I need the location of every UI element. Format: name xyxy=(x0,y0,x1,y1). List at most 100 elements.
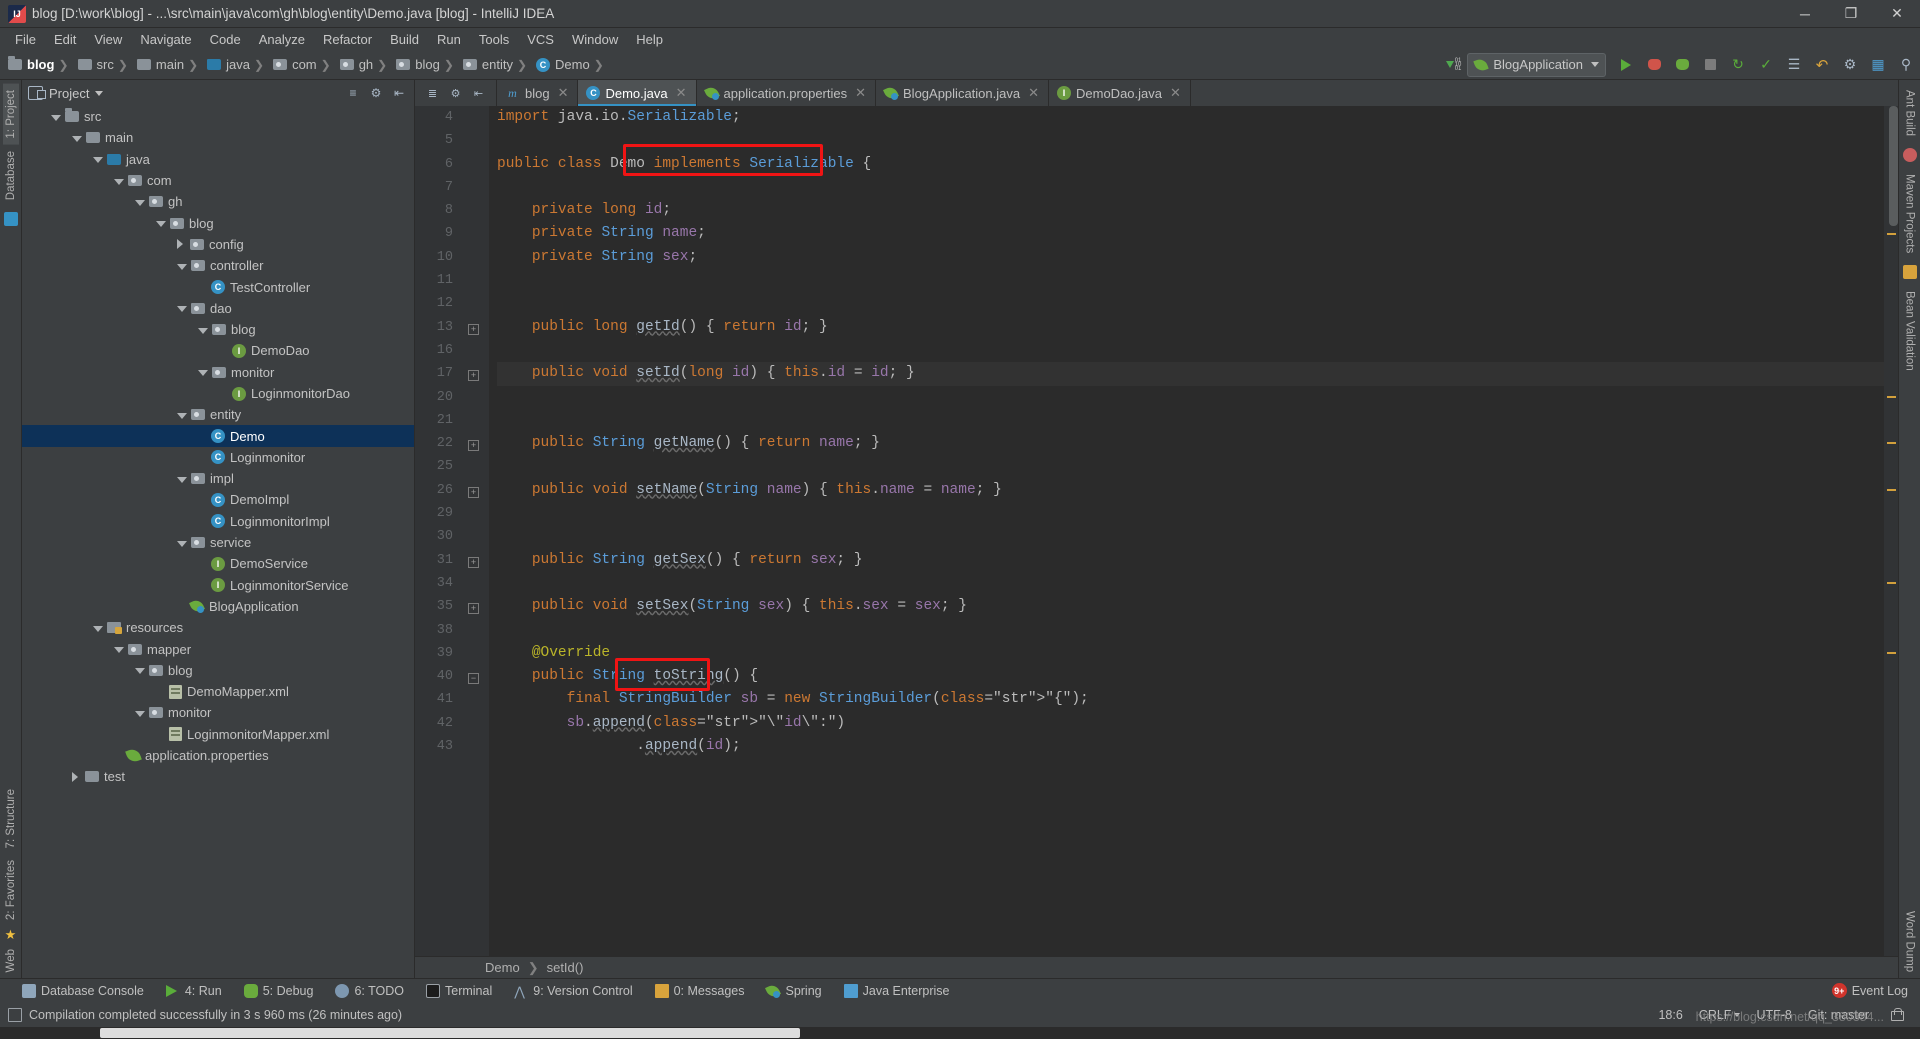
breadcrumb-method[interactable]: setId() xyxy=(547,960,584,975)
code-line[interactable]: public void setSex(String sex) { this.se… xyxy=(497,595,1884,618)
tree-item-loginmonitor[interactable]: C Loginmonitor xyxy=(22,447,414,468)
run-configuration-selector[interactable]: BlogApplication xyxy=(1467,52,1606,77)
bottom-tool-spring[interactable]: Spring xyxy=(766,984,822,998)
sidebar-item-favorites[interactable]: 2: Favorites xyxy=(3,854,19,926)
tree-item-demomapper-xml[interactable]: DemoMapper.xml xyxy=(22,681,414,702)
commit-button[interactable]: ✓ xyxy=(1753,53,1779,77)
bottom-tool-version-control[interactable]: ⋀ 9: Version Control xyxy=(514,984,632,999)
gear-icon[interactable]: ⚙ xyxy=(367,84,385,102)
rollback-button[interactable]: ↶ xyxy=(1809,53,1835,77)
sidebar-item-maven-projects[interactable]: Maven Projects xyxy=(1902,168,1918,259)
menu-edit[interactable]: Edit xyxy=(45,30,85,49)
menu-build[interactable]: Build xyxy=(381,30,428,49)
tab-demo-java[interactable]: C Demo.java ✕ xyxy=(578,80,697,106)
gear-icon[interactable]: ⚙ xyxy=(447,85,464,102)
tree-item-controller[interactable]: controller xyxy=(22,255,414,276)
chevron-down-icon[interactable] xyxy=(177,412,187,419)
code-line[interactable] xyxy=(497,525,1884,548)
event-log-button[interactable]: 9+ Event Log xyxy=(1831,983,1908,998)
bottom-tool-java-enterprise[interactable]: Java Enterprise xyxy=(843,983,949,998)
update-project-icon[interactable]: 01 10 01 xyxy=(1445,58,1461,72)
code-line[interactable] xyxy=(497,176,1884,199)
breadcrumb-item-6[interactable]: blog ❯ xyxy=(396,57,463,72)
code-line[interactable]: import java.io.Serializable; xyxy=(497,106,1884,129)
fold-toggle-icon[interactable]: + xyxy=(468,556,479,568)
menu-tools[interactable]: Tools xyxy=(470,30,518,49)
stop-button[interactable] xyxy=(1697,53,1723,77)
tab-blog[interactable]: m blog ✕ xyxy=(497,80,579,106)
close-icon[interactable]: ✕ xyxy=(1170,85,1181,101)
tree-item-blog[interactable]: blog xyxy=(22,212,414,233)
breadcrumb-item-4[interactable]: com ❯ xyxy=(273,57,340,72)
tree-item-demo[interactable]: C Demo xyxy=(22,425,414,447)
close-icon[interactable]: ✕ xyxy=(1028,85,1039,101)
chevron-right-icon[interactable] xyxy=(72,771,81,782)
chevron-down-icon[interactable] xyxy=(135,710,145,717)
code-line[interactable]: public void setName(String name) { this.… xyxy=(497,479,1884,502)
tree-item-impl[interactable]: impl xyxy=(22,468,414,489)
tree-item-test[interactable]: test xyxy=(22,766,414,787)
tab-blogapplication-java[interactable]: BlogApplication.java ✕ xyxy=(876,80,1049,106)
code-content[interactable]: import java.io.Serializable; public clas… xyxy=(489,106,1884,956)
code-editor[interactable]: 4 5 6 7 8 9 10 11 12 13 16 17 20 21 22 25 26 29 30 31 34 35 38… xyxy=(415,106,1898,956)
code-line[interactable] xyxy=(497,129,1884,152)
tree-item-mapper[interactable]: mapper xyxy=(22,638,414,659)
code-line[interactable]: public void setId(long id) { this.id = i… xyxy=(497,362,1884,386)
tree-item-resources[interactable]: resources xyxy=(22,617,414,638)
diff-button[interactable]: ☰ xyxy=(1781,53,1807,77)
caret-position[interactable]: 18:6 xyxy=(1658,1008,1682,1022)
chevron-down-icon[interactable] xyxy=(93,157,103,164)
tree-item-entity[interactable]: entity xyxy=(22,404,414,425)
code-line[interactable]: @Override xyxy=(497,642,1884,665)
tree-item-monitor[interactable]: monitor xyxy=(22,702,414,723)
breadcrumb-item-5[interactable]: gh ❯ xyxy=(339,57,397,72)
code-line[interactable] xyxy=(497,339,1884,362)
breadcrumb-item-3[interactable]: java ❯ xyxy=(207,57,273,72)
close-icon[interactable]: ✕ xyxy=(676,85,687,101)
sidebar-item-database[interactable]: Database xyxy=(3,145,19,206)
tab-demodao-java[interactable]: I DemoDao.java ✕ xyxy=(1049,80,1191,106)
menu-code[interactable]: Code xyxy=(201,30,250,49)
maximize-button[interactable]: ❐ xyxy=(1828,0,1874,28)
tree-item-demoservice[interactable]: I DemoService xyxy=(22,553,414,574)
bottom-tool-debug[interactable]: 5: Debug xyxy=(243,983,313,998)
menu-navigate[interactable]: Navigate xyxy=(131,30,200,49)
tree-item-demodao[interactable]: I DemoDao xyxy=(22,340,414,361)
bottom-tool-todo[interactable]: 6: TODO xyxy=(335,983,404,998)
breadcrumb-item-2[interactable]: main ❯ xyxy=(136,57,207,72)
code-line[interactable] xyxy=(497,292,1884,315)
fold-toggle-icon[interactable]: + xyxy=(468,370,479,382)
fold-toggle-icon[interactable]: + xyxy=(468,486,479,498)
breadcrumb-item-8[interactable]: C Demo ❯ xyxy=(536,57,613,72)
menu-run[interactable]: Run xyxy=(428,30,470,49)
tree-item-java[interactable]: java xyxy=(22,149,414,170)
bottom-tool-messages[interactable]: 0: Messages xyxy=(654,983,744,998)
code-line[interactable] xyxy=(497,619,1884,642)
horizontal-scrollbar[interactable] xyxy=(100,1028,800,1038)
breadcrumb-item-1[interactable]: src ❯ xyxy=(77,57,137,72)
collapse-all-icon[interactable]: ≡ xyxy=(344,84,362,102)
tree-item-loginmonitordao[interactable]: I LoginmonitorDao xyxy=(22,383,414,404)
chevron-down-icon[interactable] xyxy=(51,114,61,121)
sidebar-item-web[interactable]: Web xyxy=(3,943,19,978)
code-line[interactable] xyxy=(497,455,1884,478)
close-icon[interactable]: ✕ xyxy=(855,85,866,101)
tree-item-demoimpl[interactable]: C DemoImpl xyxy=(22,489,414,510)
tree-item-monitor[interactable]: monitor xyxy=(22,362,414,383)
project-tree[interactable]: src main java com gh blog config controller C Tes… xyxy=(22,106,414,978)
chevron-down-icon[interactable] xyxy=(177,306,187,313)
chevron-down-icon[interactable] xyxy=(114,178,124,185)
code-line[interactable]: public String toString() { xyxy=(497,665,1884,688)
chevron-down-icon[interactable] xyxy=(177,476,187,483)
menu-refactor[interactable]: Refactor xyxy=(314,30,381,49)
tree-item-com[interactable]: com xyxy=(22,170,414,191)
sidebar-item-project[interactable]: 1: Project xyxy=(2,84,19,145)
chevron-down-icon[interactable] xyxy=(95,90,104,96)
run-button[interactable] xyxy=(1613,53,1639,77)
tree-item-service[interactable]: service xyxy=(22,532,414,553)
code-line[interactable]: private long id; xyxy=(497,199,1884,222)
search-button[interactable]: ⚲ xyxy=(1893,53,1919,77)
tree-item-application-properties[interactable]: application.properties xyxy=(22,745,414,766)
sidebar-item-ant-build[interactable]: Ant Build xyxy=(1902,84,1918,142)
tree-item-config[interactable]: config xyxy=(22,234,414,255)
